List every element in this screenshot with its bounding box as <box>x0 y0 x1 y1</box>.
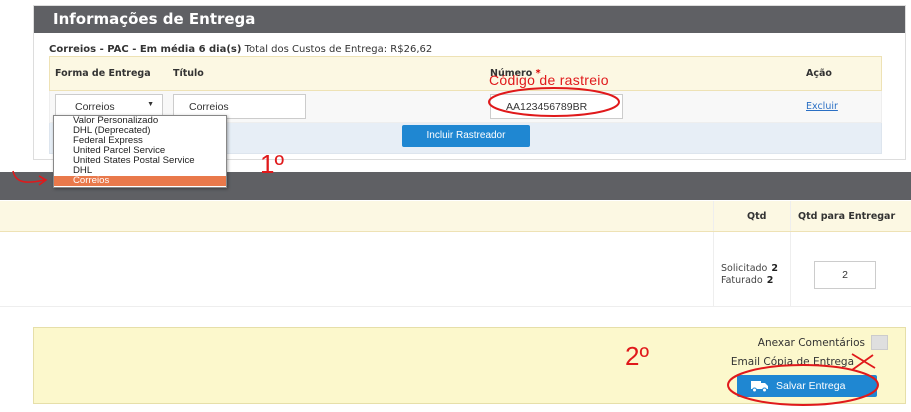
column-divider <box>790 232 791 306</box>
chevron-down-icon: ▼ <box>147 101 154 108</box>
tracking-number-input[interactable]: AA123456789BR <box>490 94 623 119</box>
item-row: Solicitado 2 Faturado 2 2 <box>0 232 911 307</box>
attach-comments-label: Anexar Comentários <box>757 337 865 349</box>
invoiced-value: 2 <box>766 275 774 286</box>
shipping-method-summary: Correios - PAC - Em média 6 dia(s) <box>49 44 242 55</box>
truck-icon <box>751 381 768 392</box>
qty-to-deliver-input[interactable]: 2 <box>814 261 876 289</box>
column-title: Título <box>173 68 204 79</box>
requested-value: 2 <box>771 263 778 274</box>
shipping-cost-summary: Total dos Custos de Entrega: R$26,62 <box>244 44 433 55</box>
annotation-tracking-code: Código de rastreio <box>489 72 609 88</box>
tracking-table-header: Forma de Entrega Título Número * Ação <box>49 56 882 91</box>
save-delivery-label: Salvar Entrega <box>776 380 846 392</box>
column-method: Forma de Entrega <box>55 68 151 79</box>
attach-comments-checkbox[interactable] <box>871 335 888 350</box>
column-qty: Qtd <box>747 211 767 222</box>
annotation-step-1: 1º <box>260 149 284 179</box>
requested-qty: Solicitado 2 <box>721 263 778 274</box>
column-divider <box>713 232 714 306</box>
carrier-dropdown-list: Valor Personalizado DHL (Deprecated) Fed… <box>53 115 227 188</box>
carrier-select-value: Correios <box>75 101 115 113</box>
save-delivery-panel: Anexar Comentários Email Cópia de Entreg… <box>33 327 906 404</box>
email-copy-label: Email Cópia de Entrega <box>730 356 854 368</box>
column-qty-to-deliver: Qtd para Entregar <box>798 211 896 222</box>
invoiced-qty: Faturado 2 <box>721 275 773 286</box>
invoiced-label: Faturado <box>721 275 763 286</box>
save-delivery-button[interactable]: Salvar Entrega <box>737 375 877 397</box>
delivery-panel-title: Informações de Entrega <box>34 6 905 33</box>
items-table-header: Qtd Qtd para Entregar <box>0 201 911 232</box>
column-divider <box>790 201 791 231</box>
annotation-step-2: 2º <box>625 341 649 371</box>
requested-label: Solicitado <box>721 263 768 274</box>
column-divider <box>713 201 714 231</box>
include-tracker-button[interactable]: Incluir Rastreador <box>402 125 530 147</box>
shipping-summary: Correios - PAC - Em média 6 dia(s) Total… <box>49 44 432 55</box>
column-action: Ação <box>806 68 832 79</box>
carrier-option-selected[interactable]: Correios <box>54 176 226 186</box>
delete-tracking-link[interactable]: Excluir <box>806 101 838 112</box>
